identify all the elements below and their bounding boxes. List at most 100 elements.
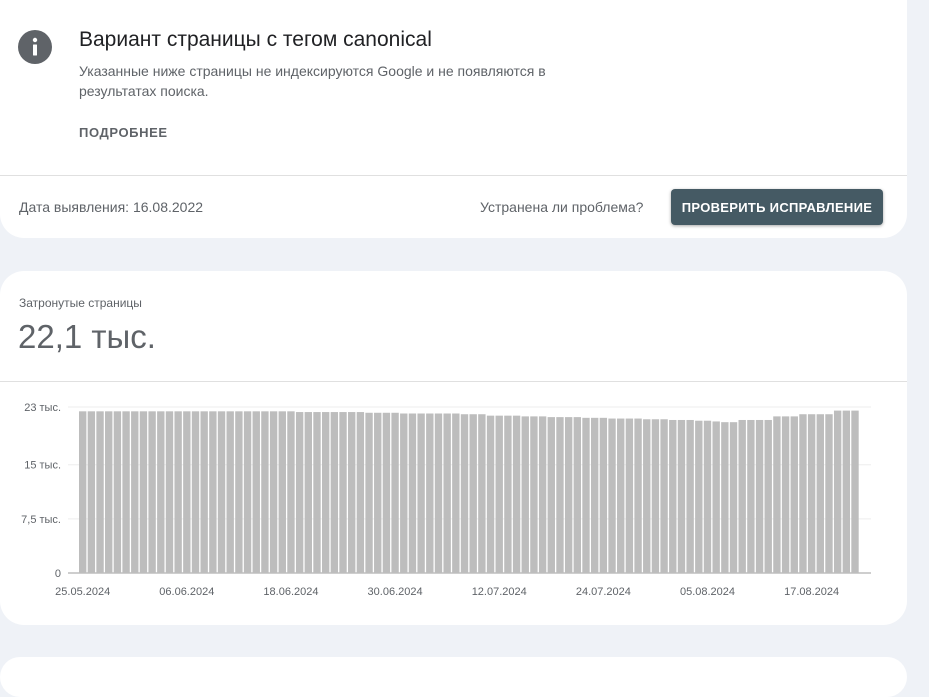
- issue-title: Вариант страницы с тегом canonical: [79, 28, 432, 51]
- chart-bar[interactable]: [452, 413, 460, 574]
- chart-bar[interactable]: [634, 418, 642, 573]
- chart-bar[interactable]: [686, 419, 694, 573]
- learn-more-link[interactable]: ПОДРОБНЕЕ: [79, 125, 168, 140]
- chart-bar[interactable]: [816, 414, 824, 573]
- x-tick-label: 30.06.2024: [368, 586, 423, 598]
- chart-bar[interactable]: [174, 411, 182, 573]
- chart-bar[interactable]: [538, 416, 547, 573]
- chart-bar[interactable]: [643, 419, 651, 573]
- chart-bar[interactable]: [590, 417, 599, 573]
- chart-bar[interactable]: [747, 419, 755, 573]
- chart-bar[interactable]: [504, 415, 512, 573]
- chart-bar[interactable]: [825, 414, 833, 573]
- chart-bar[interactable]: [833, 410, 842, 573]
- chart-bar[interactable]: [165, 411, 174, 573]
- chart-bar[interactable]: [269, 411, 278, 573]
- chart-bar[interactable]: [157, 411, 165, 573]
- chart-bar[interactable]: [842, 410, 851, 573]
- chart-bar[interactable]: [582, 417, 590, 573]
- chart-bar[interactable]: [408, 413, 417, 574]
- chart-bar[interactable]: [773, 416, 781, 573]
- chart-bar[interactable]: [799, 414, 807, 573]
- chart-bar[interactable]: [79, 411, 87, 573]
- chart-bar[interactable]: [339, 412, 347, 573]
- chart-bar[interactable]: [261, 411, 269, 573]
- chart-bar[interactable]: [625, 418, 634, 573]
- next-card: [0, 657, 907, 697]
- chart-bar[interactable]: [235, 411, 243, 573]
- affected-pages-value: 22,1 тыс.: [18, 318, 156, 355]
- chart-bar[interactable]: [131, 411, 139, 573]
- chart-bar[interactable]: [96, 411, 104, 573]
- chart-bar[interactable]: [348, 412, 356, 573]
- chart-bar[interactable]: [417, 413, 425, 574]
- chart-bar[interactable]: [382, 412, 391, 573]
- chart-bar[interactable]: [651, 419, 660, 573]
- issue-card: Вариант страницы с тегом canonical Указа…: [0, 0, 907, 238]
- issue-divider: [0, 175, 907, 176]
- chart-bar[interactable]: [321, 412, 330, 573]
- chart-bar[interactable]: [573, 417, 582, 573]
- chart-bar[interactable]: [113, 411, 122, 573]
- chart-bar[interactable]: [469, 414, 477, 573]
- chart-bar[interactable]: [530, 416, 538, 573]
- chart-bar[interactable]: [738, 419, 746, 573]
- chart-bar[interactable]: [295, 412, 304, 573]
- chart-bar[interactable]: [209, 411, 217, 573]
- chart-bar[interactable]: [512, 415, 521, 573]
- chart-bar[interactable]: [139, 411, 148, 573]
- chart-bar[interactable]: [660, 419, 668, 573]
- chart-bar[interactable]: [105, 411, 113, 573]
- chart-bar[interactable]: [278, 411, 286, 573]
- chart-bar[interactable]: [365, 412, 373, 573]
- chart-bar[interactable]: [729, 422, 738, 573]
- chart-bar[interactable]: [556, 417, 564, 573]
- chart-bar[interactable]: [183, 411, 191, 573]
- chart-bar[interactable]: [669, 419, 677, 573]
- chart-bar[interactable]: [807, 414, 816, 573]
- chart-bar[interactable]: [486, 415, 495, 573]
- chart-bar[interactable]: [287, 411, 295, 573]
- chart-bar[interactable]: [374, 412, 382, 573]
- chart-bar[interactable]: [617, 418, 625, 573]
- chart-bar[interactable]: [608, 418, 616, 573]
- chart-bar[interactable]: [564, 417, 573, 573]
- chart-bar[interactable]: [304, 412, 312, 573]
- chart-bar[interactable]: [191, 411, 200, 573]
- chart-bar[interactable]: [851, 410, 859, 573]
- chart-bar[interactable]: [755, 419, 764, 573]
- chart-bar[interactable]: [478, 414, 486, 573]
- chart-bar[interactable]: [313, 412, 321, 573]
- chart-bar[interactable]: [252, 411, 260, 573]
- chart-bar[interactable]: [721, 422, 729, 573]
- chart-bar[interactable]: [330, 412, 339, 573]
- chart-bar[interactable]: [243, 411, 252, 573]
- chart-bar[interactable]: [695, 420, 703, 573]
- chart-bar[interactable]: [434, 413, 443, 574]
- chart-bar[interactable]: [790, 416, 798, 573]
- validate-fix-button[interactable]: ПРОВЕРИТЬ ИСПРАВЛЕНИЕ: [671, 189, 883, 225]
- chart-bar[interactable]: [764, 419, 772, 573]
- chart-bar[interactable]: [460, 414, 469, 573]
- chart-bar[interactable]: [200, 411, 208, 573]
- chart-bar[interactable]: [391, 412, 399, 573]
- chart-bar[interactable]: [426, 413, 434, 574]
- chart-bar[interactable]: [781, 416, 790, 573]
- affected-pages-chart: 0 7,5 тыс. 15 тыс. 23 тыс. 25.05.2024 06.06.…: [21, 402, 871, 598]
- chart-bar[interactable]: [703, 420, 712, 573]
- chart-bar[interactable]: [400, 413, 408, 574]
- chart-bar[interactable]: [122, 411, 130, 573]
- chart-bar[interactable]: [495, 415, 503, 573]
- chart-bar[interactable]: [226, 411, 234, 573]
- chart-bar[interactable]: [217, 411, 226, 573]
- chart-bar[interactable]: [712, 421, 720, 573]
- chart-bar[interactable]: [87, 411, 96, 573]
- chart-bar[interactable]: [677, 419, 686, 573]
- chart-bar[interactable]: [148, 411, 156, 573]
- x-tick-label: 05.08.2024: [680, 586, 735, 598]
- chart-bar[interactable]: [599, 417, 608, 573]
- chart-bar[interactable]: [521, 416, 529, 573]
- chart-bar[interactable]: [547, 417, 555, 573]
- chart-bar[interactable]: [443, 413, 451, 574]
- chart-bar[interactable]: [356, 412, 365, 573]
